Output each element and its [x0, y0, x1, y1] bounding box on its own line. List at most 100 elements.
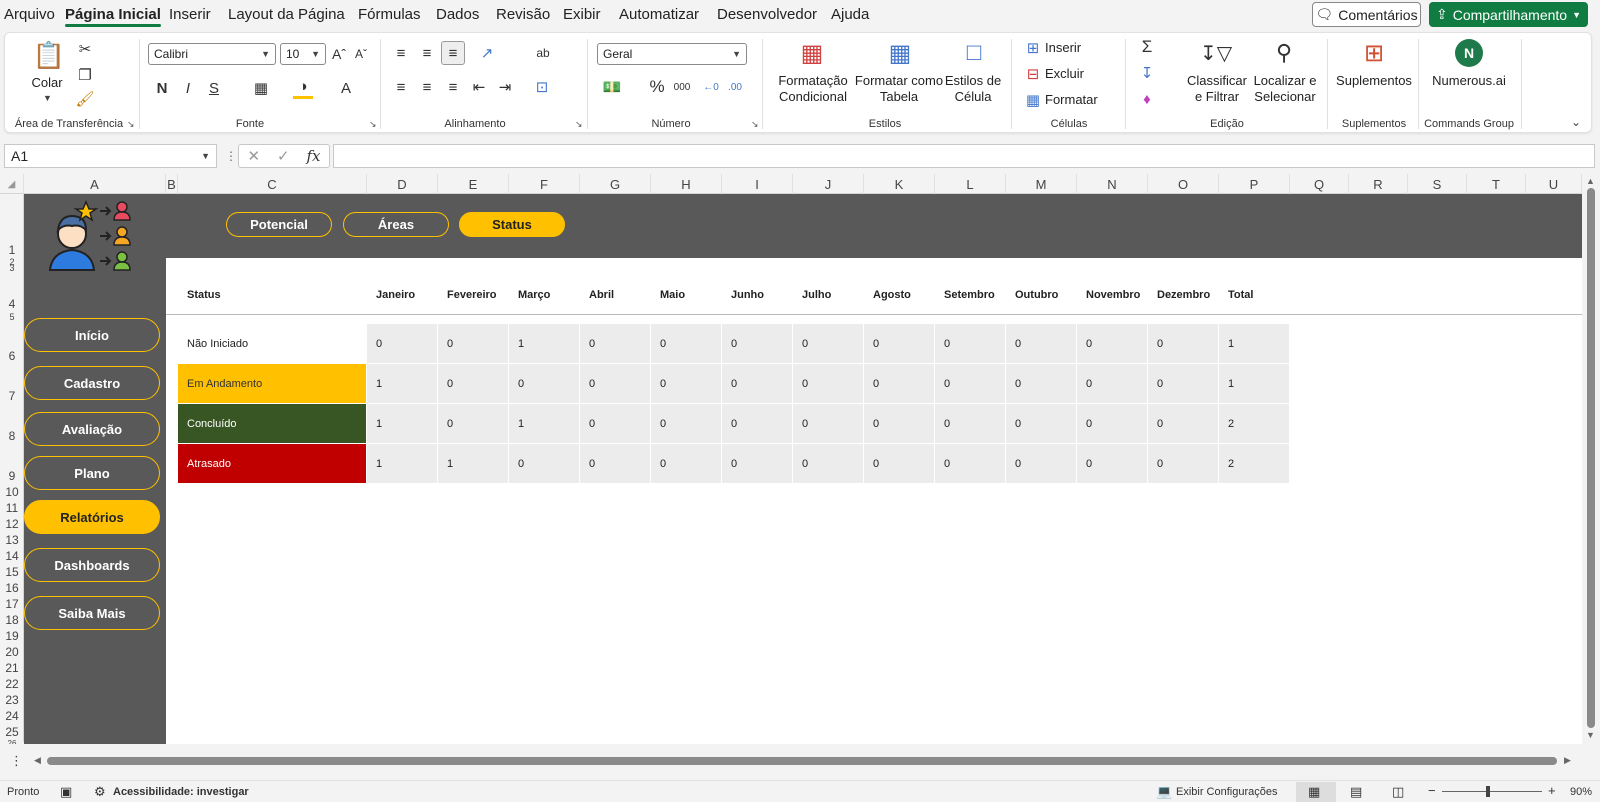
scroll-right-icon[interactable]: ▶ — [1564, 755, 1571, 766]
month-value-cell[interactable]: 0 — [580, 404, 651, 444]
horizontal-scroll-thumb[interactable] — [47, 757, 1557, 765]
orientation-icon[interactable]: ↗ — [475, 43, 499, 63]
column-header[interactable]: A — [24, 174, 166, 194]
row-header[interactable]: 20 — [0, 646, 24, 658]
add-ins-icon[interactable]: ⊞ — [1359, 39, 1389, 67]
month-value-cell[interactable]: 0 — [793, 324, 864, 364]
decrease-indent-icon[interactable]: ⇤ — [469, 77, 489, 97]
month-value-cell[interactable]: 0 — [651, 404, 722, 444]
conditional-format-icon[interactable]: ▦ — [797, 39, 827, 67]
scroll-left-icon[interactable]: ◀ — [34, 755, 41, 766]
worksheet[interactable]: Início Cadastro Avaliação Plano Relatóri… — [24, 194, 1582, 744]
collapse-ribbon-icon[interactable]: ⌄ — [1571, 115, 1581, 129]
accessibility-status[interactable]: Acessibilidade: investigar — [113, 786, 249, 798]
row-header[interactable]: 6 — [0, 350, 24, 362]
borders-icon[interactable]: ▦ — [251, 77, 271, 99]
font-name-select[interactable]: Calibri ▼ — [148, 43, 276, 65]
column-header[interactable]: N — [1077, 174, 1148, 194]
clear-icon[interactable]: ♦ — [1137, 89, 1157, 109]
zoom-slider-thumb[interactable] — [1486, 786, 1490, 797]
month-value-cell[interactable]: 0 — [438, 364, 509, 404]
status-cell[interactable]: Atrasado — [178, 444, 367, 484]
row-header[interactable]: 7 — [0, 390, 24, 402]
column-header[interactable]: P — [1219, 174, 1290, 194]
share-button[interactable]: ⇪ Compartilhamento ▼ — [1429, 2, 1588, 27]
bold-button[interactable]: N — [153, 77, 171, 99]
format-painter-icon[interactable]: 🖌 — [75, 89, 95, 109]
search-icon[interactable]: ⚲ — [1269, 39, 1299, 67]
column-header[interactable]: I — [722, 174, 793, 194]
menu-pagina-inicial[interactable]: Página Inicial — [65, 6, 161, 27]
display-settings-icon[interactable]: 💻 — [1156, 784, 1172, 800]
page-layout-icon[interactable]: ▤ — [1350, 784, 1362, 800]
cancel-icon[interactable]: ✕ — [247, 147, 260, 165]
month-value-cell[interactable]: 0 — [722, 404, 793, 444]
month-value-cell[interactable]: 0 — [935, 364, 1006, 404]
format-table-label-2[interactable]: Tabela — [880, 89, 918, 105]
sheet-options-icon[interactable]: ⋮ — [10, 753, 23, 769]
fill-color-icon[interactable]: ◑ — [293, 77, 313, 99]
fill-icon[interactable]: ↧ — [1137, 63, 1157, 83]
total-cell[interactable]: 2 — [1219, 404, 1290, 444]
autosum-icon[interactable]: Σ — [1137, 37, 1157, 57]
number-format-select[interactable]: Geral ▼ — [597, 43, 747, 65]
month-value-cell[interactable]: 0 — [1006, 404, 1077, 444]
find-select-label-1[interactable]: Localizar e — [1254, 73, 1317, 89]
menu-automatizar[interactable]: Automatizar — [619, 6, 699, 23]
underline-button[interactable]: S — [205, 77, 223, 99]
row-header[interactable]: 14 — [0, 550, 24, 562]
grow-font-icon[interactable]: Aˆ — [330, 43, 348, 65]
month-value-cell[interactable]: 0 — [651, 324, 722, 364]
column-header[interactable]: H — [651, 174, 722, 194]
tab-areas[interactable]: Áreas — [343, 212, 449, 237]
align-center-icon[interactable]: ≡ — [417, 77, 437, 97]
month-value-cell[interactable]: 1 — [509, 404, 580, 444]
zoom-slider[interactable] — [1442, 791, 1542, 792]
column-header[interactable]: M — [1006, 174, 1077, 194]
row-header[interactable]: 4 — [0, 298, 24, 310]
row-header[interactable]: 16 — [0, 582, 24, 594]
tab-potencial[interactable]: Potencial — [226, 212, 332, 237]
row-header[interactable]: 10 — [0, 486, 24, 498]
month-value-cell[interactable]: 0 — [580, 444, 651, 484]
month-value-cell[interactable]: 1 — [367, 444, 438, 484]
format-table-label-1[interactable]: Formatar como — [855, 73, 943, 89]
month-value-cell[interactable]: 0 — [864, 404, 935, 444]
zoom-in-icon[interactable]: + — [1548, 783, 1556, 798]
month-value-cell[interactable]: 0 — [1077, 404, 1148, 444]
column-header[interactable]: F — [509, 174, 580, 194]
month-value-cell[interactable]: 1 — [367, 364, 438, 404]
row-header[interactable]: 3 — [0, 262, 24, 274]
column-header[interactable]: R — [1349, 174, 1408, 194]
shrink-font-icon[interactable]: Aˇ — [352, 43, 370, 65]
wrap-text-icon[interactable]: ab — [533, 43, 553, 63]
row-header[interactable]: 1 — [0, 244, 24, 256]
month-value-cell[interactable]: 0 — [509, 364, 580, 404]
sort-filter-icon[interactable]: ↧▽ — [1200, 39, 1232, 67]
cell-styles-label-1[interactable]: Estilos de — [945, 73, 1001, 89]
vertical-scrollbar[interactable]: ▲ ▼ — [1582, 174, 1600, 744]
row-header[interactable]: 18 — [0, 614, 24, 626]
month-value-cell[interactable]: 0 — [1077, 324, 1148, 364]
dialog-launcher-icon[interactable]: ↘ — [127, 119, 135, 130]
month-value-cell[interactable]: 0 — [935, 404, 1006, 444]
row-header[interactable]: 15 — [0, 566, 24, 578]
paste-icon[interactable]: 📋 — [33, 39, 65, 71]
status-cell[interactable]: Em Andamento — [178, 364, 367, 404]
percent-icon[interactable]: % — [647, 77, 667, 97]
dialog-launcher-icon[interactable]: ↘ — [575, 119, 583, 130]
month-value-cell[interactable]: 0 — [864, 364, 935, 404]
cut-icon[interactable]: ✂ — [75, 39, 95, 59]
menu-inserir[interactable]: Inserir — [169, 6, 211, 23]
delete-cells-button[interactable]: Excluir — [1045, 66, 1084, 82]
month-value-cell[interactable]: 0 — [651, 444, 722, 484]
cell-styles-label-2[interactable]: Célula — [955, 89, 992, 105]
normal-view-button[interactable]: ▦ — [1296, 782, 1336, 802]
scroll-down-icon[interactable]: ▼ — [1586, 730, 1595, 740]
align-middle-icon[interactable]: ≡ — [417, 43, 437, 63]
month-value-cell[interactable]: 0 — [1148, 324, 1219, 364]
month-value-cell[interactable]: 0 — [580, 364, 651, 404]
column-header[interactable]: K — [864, 174, 935, 194]
format-cells-button[interactable]: Formatar — [1045, 92, 1098, 108]
row-header[interactable]: 25 — [0, 726, 24, 738]
